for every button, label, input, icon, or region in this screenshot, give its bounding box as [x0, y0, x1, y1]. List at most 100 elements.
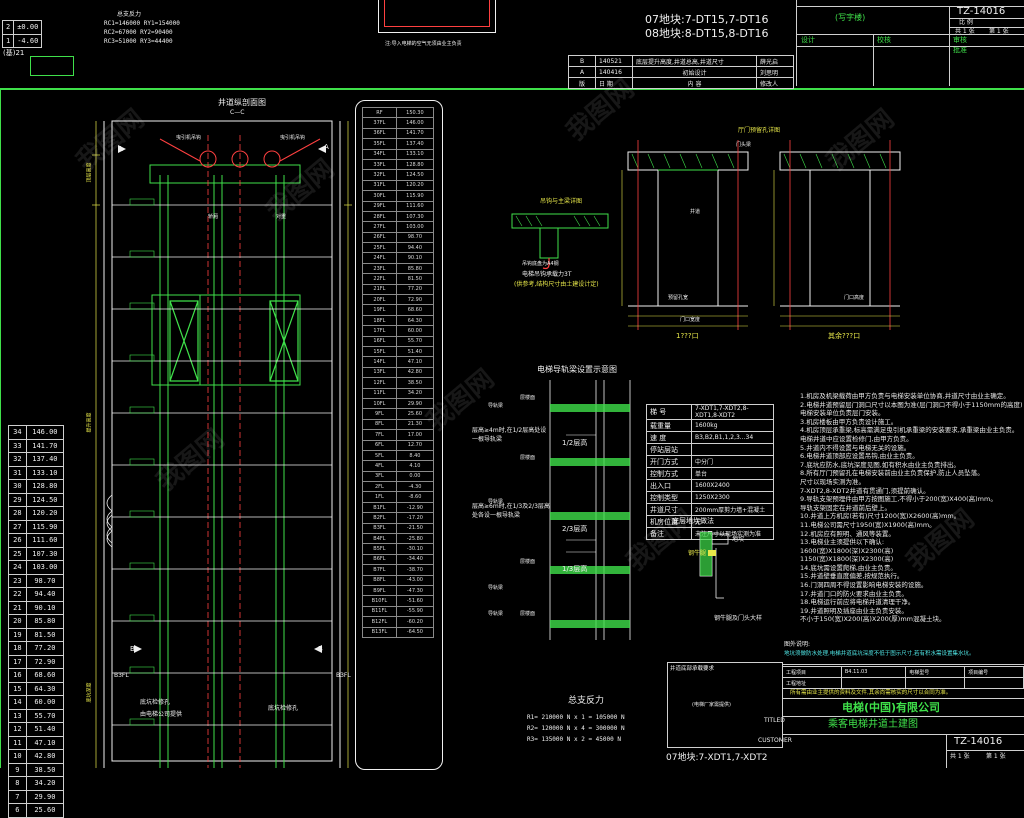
floor-row: 4FL 4.10 [362, 460, 435, 472]
level-floor: 14 [8, 695, 27, 710]
note-line: 5.井道内不得设置与电梯无关的设施。 [800, 443, 911, 452]
floor-row: 6FL 12.70 [362, 439, 435, 451]
frame-line-top [0, 88, 1024, 90]
note-line: 11.电梯公司需尺寸1950(宽)X1900(高)mm。 [800, 520, 936, 529]
note-line: 不小于150(宽)X200(高)X200(厚)mm混凝土块。 [800, 615, 946, 624]
title-block-bottom: 工程项目 B4.11.03 电梯型号 项目编号 工程地址 所有需由业主提供的资料及文件… [758, 664, 1024, 768]
floor-elevation: -47.30 [395, 584, 435, 597]
level-row: 12 51.40 [8, 722, 65, 737]
level-floor: 20 [8, 614, 27, 629]
level-row: 21 90.10 [8, 600, 65, 615]
level-height: 120.20 [25, 506, 65, 521]
top-strip: 2 ±0.00 1 -4.60 (基)21 总支反力 RC1=146000 RY1=… [0, 0, 1024, 90]
spec-key: 出入口 [646, 479, 692, 492]
floor-name: 17FL [362, 325, 397, 337]
floor-elevation: 4.10 [395, 460, 435, 472]
floor-name: B7FL [362, 564, 397, 576]
spec-value: 中分门 [691, 455, 774, 468]
level-floor: 18 [8, 641, 27, 656]
level-row: 31 133.10 [8, 465, 65, 480]
note-line: 3.机房楼板由甲方负责设计施工。 [800, 417, 898, 426]
floor-name: B6FL [362, 553, 397, 566]
floor-elevation: 111.60 [395, 200, 435, 212]
floor-name: 32FL [362, 169, 397, 181]
level-floor: 8 [8, 776, 27, 791]
level-height: 47.10 [25, 735, 65, 750]
floor-elevation: 146.00 [395, 117, 435, 129]
level-row: 22 94.40 [8, 587, 65, 602]
floor-row: 22FL 81.50 [362, 273, 435, 285]
level-floor: 9 [8, 762, 27, 777]
plan-box-red [384, 0, 490, 27]
floor-name: 28FL [362, 210, 397, 223]
level-height: 90.10 [25, 600, 65, 615]
floor-row: 12FL 38.50 [362, 377, 435, 389]
level-row: 14 60.00 [8, 695, 65, 710]
spec-value: B3,B2,B1,1,2,3...34 [691, 431, 774, 444]
floor-name: B8FL [362, 574, 397, 586]
floor-row: 25FL 94.40 [362, 242, 435, 254]
door-sill-mark [129, 666, 155, 674]
reaction-title: 总支反力 [117, 11, 142, 18]
sill-caption: 钢牛腿及门头大样 [714, 615, 763, 622]
floor-elevation: 107.30 [395, 210, 435, 223]
floor-elevation: 115.90 [395, 190, 435, 202]
floor-elevation: -51.60 [395, 595, 435, 607]
general-notes: 1.机房及机梁载荷由甲方负责与电梯安装单位协商,井道尺寸由业主确定。 2.电梯井道… [800, 392, 1022, 624]
level-floor: 31 [8, 465, 27, 480]
level-row: 7 29.90 [8, 789, 65, 804]
door-sill-mark [129, 250, 155, 258]
floor-elevation: 90.10 [395, 252, 435, 264]
floor-name: B11FL [362, 605, 397, 618]
floor-row: 5FL 8.40 [362, 449, 435, 462]
floor-row: 27FL 103.00 [362, 221, 435, 233]
bottom-block-line: 07地块:7-XDT1,7-XDT2 [666, 753, 768, 763]
level-row: 26 111.60 [8, 533, 65, 548]
door-label-lintel: 门头梁 [736, 142, 752, 148]
floor-elevation: -8.60 [395, 491, 435, 503]
level-floor: 11 [8, 735, 27, 750]
floor-elevation: 47.10 [395, 356, 435, 368]
level-height: 133.10 [25, 465, 65, 480]
spec-key: 开门方式 [646, 455, 692, 468]
spec-value: 7-XDT1,7-XDT2,8-XDT1,8-XDT2 [691, 404, 774, 420]
level-row: 15 64.30 [8, 681, 65, 696]
floor-name: 31FL [362, 179, 397, 192]
floor-elevation: 68.60 [395, 304, 435, 316]
level-row: 19 81.50 [8, 627, 65, 642]
floor-name: B2FL [362, 512, 397, 524]
special-text: 地坑须做防水处理,电梯井道底坑深度不低于图示尺寸,若有积水需设置集水坑。 [784, 651, 975, 657]
bottom-reaction-row: R1= 210000 N x 1 = 105000 N [527, 714, 625, 721]
level-height: 85.80 [25, 614, 65, 629]
floor-name: 2FL [362, 481, 397, 493]
level-height: 137.40 [25, 452, 65, 467]
floor-row: B11FL -55.90 [362, 605, 435, 618]
floor-elevation: 94.40 [395, 242, 435, 254]
hook-detail-label-2: 电梯吊钩承载力3T [522, 271, 572, 278]
floor-name: 21FL [362, 283, 397, 296]
cell-approve: 批准 [953, 46, 967, 54]
floor-name: 22FL [362, 273, 397, 285]
floor-name: 5FL [362, 449, 397, 462]
title-block-sub: (写字楼) [835, 13, 866, 22]
spec-value: 1600X2400 [691, 479, 774, 492]
floor-elevation: 60.00 [395, 325, 435, 337]
shaft-section-drawing [92, 120, 352, 768]
floor-row: B10FL -51.60 [362, 595, 435, 607]
door-caption-left: 1???口 [676, 332, 699, 340]
section-title: 井道纵剖面图 [218, 98, 266, 107]
floor-elevation: 128.80 [395, 158, 435, 171]
floor-name: B10FL [362, 595, 397, 607]
door-sill-mark [129, 354, 155, 362]
floor-name: 10FL [362, 397, 397, 410]
level-height: 111.60 [25, 533, 65, 548]
floor-name: B13FL [362, 626, 397, 638]
note-line: 8.所有厅门预留孔在电梯安装前由业主负责保护,防止人员坠落。 [800, 469, 984, 478]
floor-row: 2FL -4.30 [362, 481, 435, 493]
level-row: 9 38.50 [8, 762, 65, 777]
level-floor: 28 [8, 506, 27, 521]
floor-row: B6FL -34.40 [362, 553, 435, 566]
section-tag-a-right: A [324, 143, 329, 151]
spec-value [691, 443, 774, 456]
floor-elevation: 72.90 [395, 294, 435, 306]
